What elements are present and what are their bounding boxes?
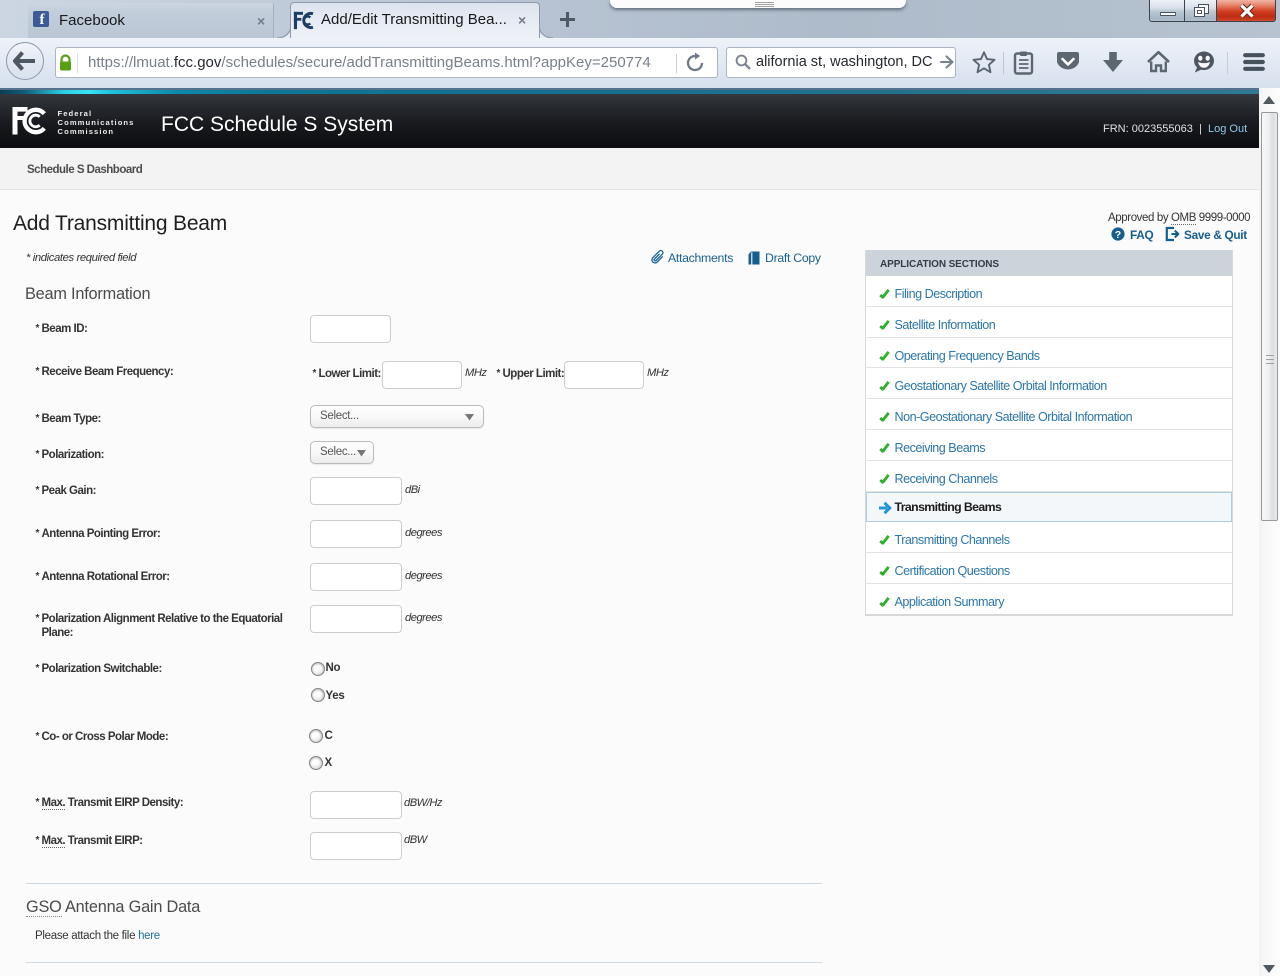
svg-text:Commission: Commission [58, 127, 115, 136]
svg-text:Federal: Federal [58, 109, 93, 118]
svg-text:?: ? [1115, 229, 1121, 241]
svg-text:Communications: Communications [58, 118, 135, 127]
